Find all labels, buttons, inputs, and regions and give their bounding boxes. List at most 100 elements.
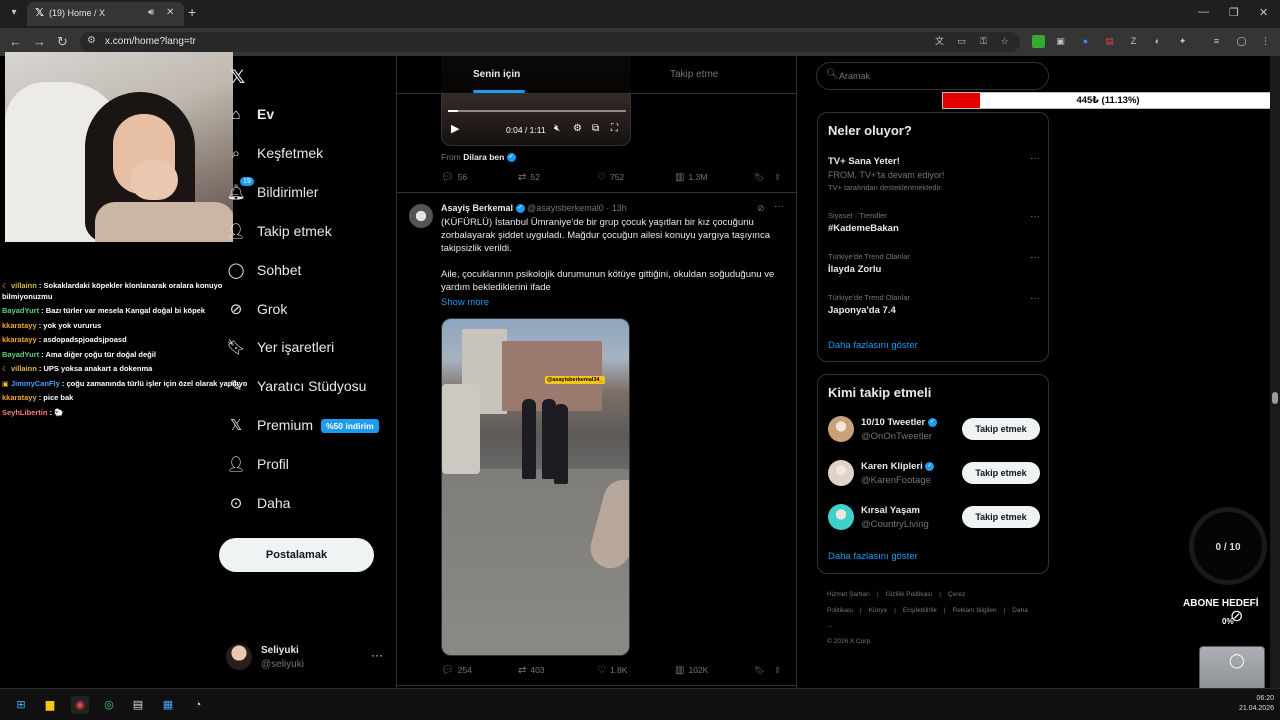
x-logo-icon[interactable]: 𝕏 [230, 66, 245, 89]
more-icon[interactable]: ··· [774, 201, 784, 212]
footer-link[interactable]: Hizmet Şartları [827, 591, 870, 598]
obs-icon[interactable]: ◔ [189, 696, 207, 714]
reply-button[interactable]: 💬︎ 254 [441, 665, 472, 676]
nav-item-yer-işaretleri[interactable]: 🔖︎ Yer işaretleri [226, 334, 391, 364]
maximize-icon[interactable]: ❐ [1229, 6, 1239, 19]
scroll-thumb[interactable] [1272, 392, 1278, 404]
back-icon[interactable]: ← [9, 34, 22, 50]
nav-item-profil[interactable]: 👤︎ Profil [226, 451, 391, 481]
close-tab-icon[interactable]: ✕ [166, 7, 174, 18]
extensions-puzzle-icon[interactable]: ✦ [1176, 35, 1189, 48]
from-name[interactable]: Dilara ben [463, 152, 504, 162]
taskbar-clock[interactable]: 06:20 21.04.2026 [1222, 694, 1274, 714]
footer-link[interactable]: Gizlilik Politikası [886, 591, 933, 598]
page-scrollbar[interactable] [1270, 56, 1280, 688]
more-icon[interactable]: ··· [371, 648, 383, 662]
extension-green-icon[interactable] [1032, 35, 1045, 48]
who-show-more-link[interactable]: Daha fazlasını göster [828, 551, 918, 562]
chrome-menu-icon[interactable]: ⋮ [1259, 35, 1272, 48]
tweet2-handle[interactable]: @asayisberkemal0 [527, 203, 604, 213]
tab-for-you[interactable]: Senin için [473, 69, 520, 80]
reply-button[interactable]: 💬︎ 56 [441, 172, 467, 183]
photos-icon[interactable]: ▦ [159, 696, 177, 714]
nav-item-grok[interactable]: ⊘ Grok [226, 296, 391, 326]
bookmark-icon[interactable]: 🔖︎ [754, 665, 765, 676]
forward-icon[interactable]: → [33, 34, 46, 50]
share-icon[interactable]: ⇪ [774, 665, 781, 676]
site-info-icon[interactable]: ⚙ [87, 35, 96, 46]
tab-search-icon[interactable]: ▾ [6, 5, 22, 21]
translate-icon[interactable]: 文 [933, 35, 946, 48]
more-icon[interactable]: ··· [1030, 211, 1040, 222]
nav-item-yaratıcı-stüdyosu[interactable]: ✎ Yaratıcı Stüdyosu [226, 373, 391, 403]
share-icon[interactable]: ⇪ [774, 172, 781, 183]
browser-tab[interactable]: 𝕏 (19) Home / X 🔊︎ ✕ [27, 2, 184, 26]
play-icon[interactable]: ▶ [451, 122, 459, 135]
grok-icon[interactable]: ⊘ [757, 203, 765, 214]
fullscreen-icon[interactable]: ⛶ [611, 123, 618, 134]
trend-item[interactable]: Türkiye'de Trend Olanlar İlayda Zorlu ··· [828, 252, 1040, 275]
follow-suggestion[interactable]: Karen Klipleri ✓ @KarenFootage Takip etmek [828, 460, 1040, 490]
show-more-link[interactable]: Show more [441, 297, 489, 308]
extension-ublock-icon[interactable]: ▣ [1054, 35, 1067, 48]
close-window-icon[interactable]: ✕ [1259, 6, 1268, 19]
new-tab-icon[interactable]: + [188, 4, 196, 20]
tab-following[interactable]: Takip etme [670, 69, 718, 80]
views-button[interactable]: ▥ 1.3M [675, 172, 707, 183]
extension-red-icon[interactable]: ▤ [1103, 35, 1116, 48]
app-icon[interactable]: ▤ [129, 696, 147, 714]
avatar[interactable] [828, 416, 854, 442]
mute-icon[interactable]: 🔇︎ [554, 123, 560, 134]
trend-item[interactable]: TV+ Sana Yeter! FROM, TV+'ta devam ediyor… [828, 153, 1040, 192]
more-icon[interactable]: ··· [1030, 252, 1040, 263]
trend-item[interactable]: Siyaset · Trendler #KademeBakan ··· [828, 211, 1040, 234]
follow-suggestion[interactable]: Kırsal Yaşam @CountryLiving Takip etmek [828, 504, 1040, 534]
minimize-icon[interactable]: — [1198, 6, 1209, 18]
follow-button[interactable]: Takip etmek [962, 506, 1040, 528]
footer-link[interactable]: © 2026 X Corp. [827, 638, 872, 645]
key-icon[interactable]: ⚿ [977, 35, 990, 48]
trends-show-more-link[interactable]: Daha fazlasını göster [828, 340, 918, 351]
tweet2-time[interactable]: · 13h [606, 203, 627, 213]
like-button[interactable]: ♡ 752 [597, 172, 624, 183]
avatar[interactable] [828, 460, 854, 486]
footer-link[interactable]: Reklam bilgileri [953, 607, 997, 614]
bookmark-star-icon[interactable]: ☆ [998, 35, 1011, 48]
tweet2-video[interactable]: @asayisberkemal34_ [441, 318, 630, 656]
follow-suggestion[interactable]: 10/10 Tweetler ✓ @OnOnTweetler Takip etmek [828, 416, 1040, 446]
like-button[interactable]: ♡ 1.8K [597, 665, 627, 676]
extension-z-icon[interactable]: Z [1127, 35, 1140, 48]
pip-icon[interactable]: ⧉ [592, 123, 599, 134]
views-button[interactable]: ▥ 102K [675, 665, 708, 676]
profile-icon[interactable]: ◯ [1235, 35, 1248, 48]
extension-blue-icon[interactable]: ● [1079, 35, 1092, 48]
account-switcher[interactable]: Seliyuki @seliyuki ··· [226, 642, 391, 678]
trend-item[interactable]: Türkiye'de Trend Olanlar Japonya'da 7.4 ··… [828, 293, 1040, 316]
settings-icon[interactable]: ⚙ [573, 123, 582, 134]
nav-item-sohbet[interactable]: ◯ Sohbet [226, 257, 391, 287]
nav-item-daha[interactable]: ⊙ Daha [226, 490, 391, 520]
reload-icon[interactable]: ↻ [57, 34, 68, 50]
avatar[interactable] [409, 204, 433, 228]
nav-item-takip-etmek[interactable]: 👤︎ Takip etmek [226, 218, 391, 248]
more-icon[interactable]: ··· [1030, 153, 1040, 164]
media-icon[interactable]: ≡ [1210, 35, 1223, 48]
follow-button[interactable]: Takip etmek [962, 462, 1040, 484]
speaker-icon[interactable]: 🔊︎ [148, 7, 154, 18]
video-progress-bar[interactable] [448, 110, 626, 112]
search-input[interactable]: 🔍︎ Aramak [816, 62, 1049, 90]
nav-item-bildirimler[interactable]: 🔔︎ Bildirimler 19 [226, 176, 391, 209]
footer-link[interactable]: Erişilebilirlik [903, 607, 937, 614]
more-icon[interactable]: ··· [1030, 293, 1040, 304]
follow-button[interactable]: Takip etmek [962, 418, 1040, 440]
extension-shield-icon[interactable]: ◐ [1151, 35, 1164, 48]
chrome-icon[interactable]: ◉ [71, 696, 89, 714]
file-explorer-icon[interactable]: ▆ [41, 696, 59, 714]
footer-link[interactable]: Künye [869, 607, 887, 614]
whatsapp-icon[interactable]: ◎ [100, 696, 118, 714]
repost-button[interactable]: ⇄ 403 [518, 665, 545, 676]
address-bar[interactable]: ⚙ x.com/home?lang=tr [80, 32, 1020, 52]
nav-item-premium[interactable]: 𝕏 Premium %50 indirim [226, 412, 391, 442]
start-icon[interactable]: ⊞ [12, 696, 30, 714]
tweet2-author[interactable]: Asayiş Berkemal [441, 203, 513, 213]
